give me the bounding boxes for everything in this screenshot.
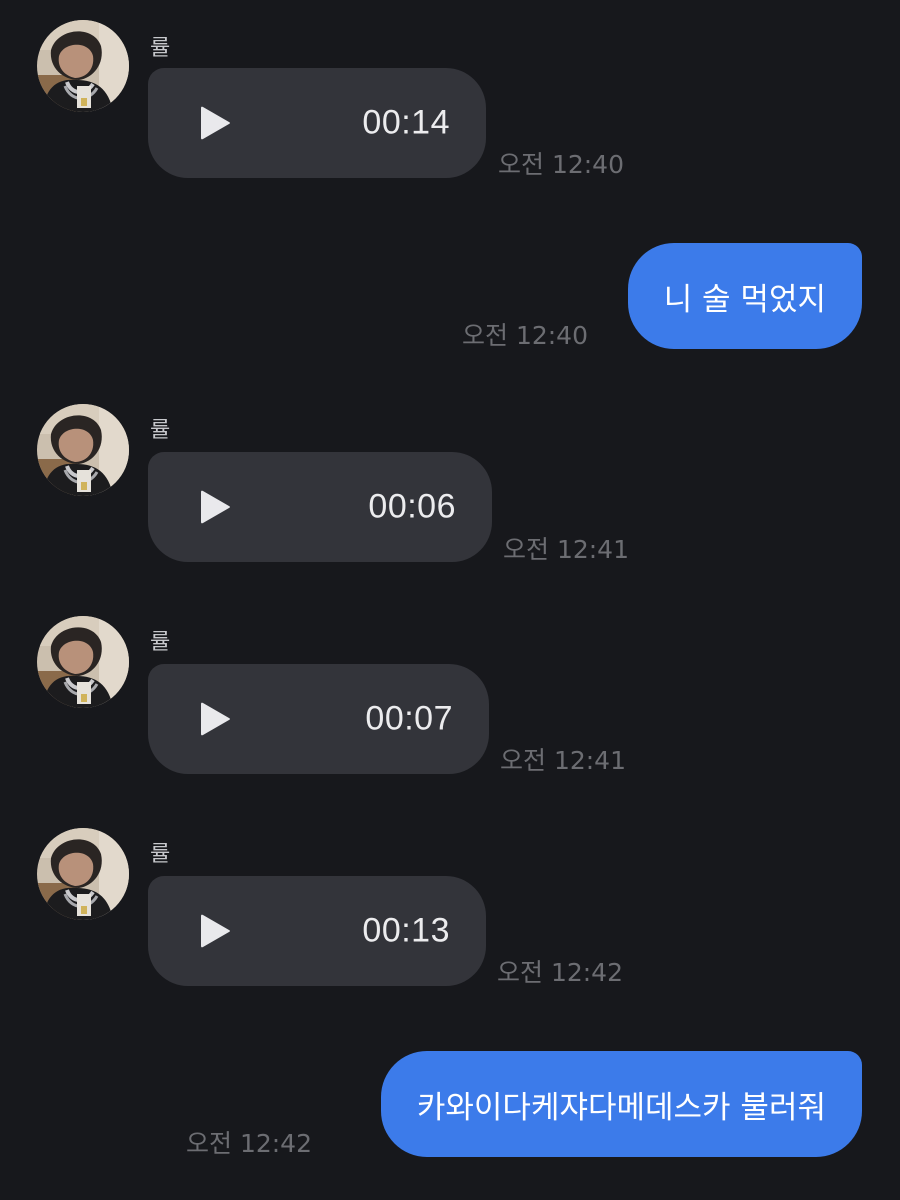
play-icon[interactable] (200, 105, 232, 141)
message-timestamp: 오전 12:40 (462, 321, 588, 350)
message-text: 니 술 먹었지 (663, 281, 826, 318)
sender-name: 률 (150, 630, 171, 655)
voice-duration: 00:06 (368, 487, 456, 526)
sender-avatar[interactable] (37, 20, 129, 112)
message-text: 카와이다케쟈다메데스카 불러줘 (416, 1089, 826, 1126)
message-timestamp: 오전 12:41 (503, 535, 629, 564)
play-icon[interactable] (200, 913, 232, 949)
play-icon[interactable] (200, 489, 232, 525)
sender-avatar[interactable] (37, 404, 129, 496)
play-icon[interactable] (200, 701, 232, 737)
profile-photo (37, 616, 129, 708)
voice-message-bubble[interactable]: 00:06 (148, 452, 492, 562)
sender-name: 률 (150, 418, 171, 443)
message-timestamp: 오전 12:40 (498, 150, 624, 179)
sender-name: 률 (150, 842, 171, 867)
message-timestamp: 오전 12:42 (497, 958, 623, 987)
voice-message-bubble[interactable]: 00:14 (148, 68, 486, 178)
profile-photo (37, 828, 129, 920)
voice-duration: 00:14 (362, 103, 450, 142)
outgoing-text-bubble[interactable]: 니 술 먹었지 (627, 243, 862, 349)
sender-avatar[interactable] (37, 616, 129, 708)
voice-duration: 00:13 (362, 911, 450, 950)
voice-message-bubble[interactable]: 00:07 (148, 664, 489, 774)
sender-avatar[interactable] (37, 828, 129, 920)
message-timestamp: 오전 12:41 (500, 746, 626, 775)
message-timestamp: 오전 12:42 (186, 1129, 312, 1158)
profile-photo (37, 20, 129, 112)
sender-name: 률 (150, 36, 171, 61)
outgoing-text-bubble[interactable]: 카와이다케쟈다메데스카 불러줘 (380, 1051, 862, 1157)
profile-photo (37, 404, 129, 496)
voice-message-bubble[interactable]: 00:13 (148, 876, 486, 986)
voice-duration: 00:07 (365, 699, 453, 738)
